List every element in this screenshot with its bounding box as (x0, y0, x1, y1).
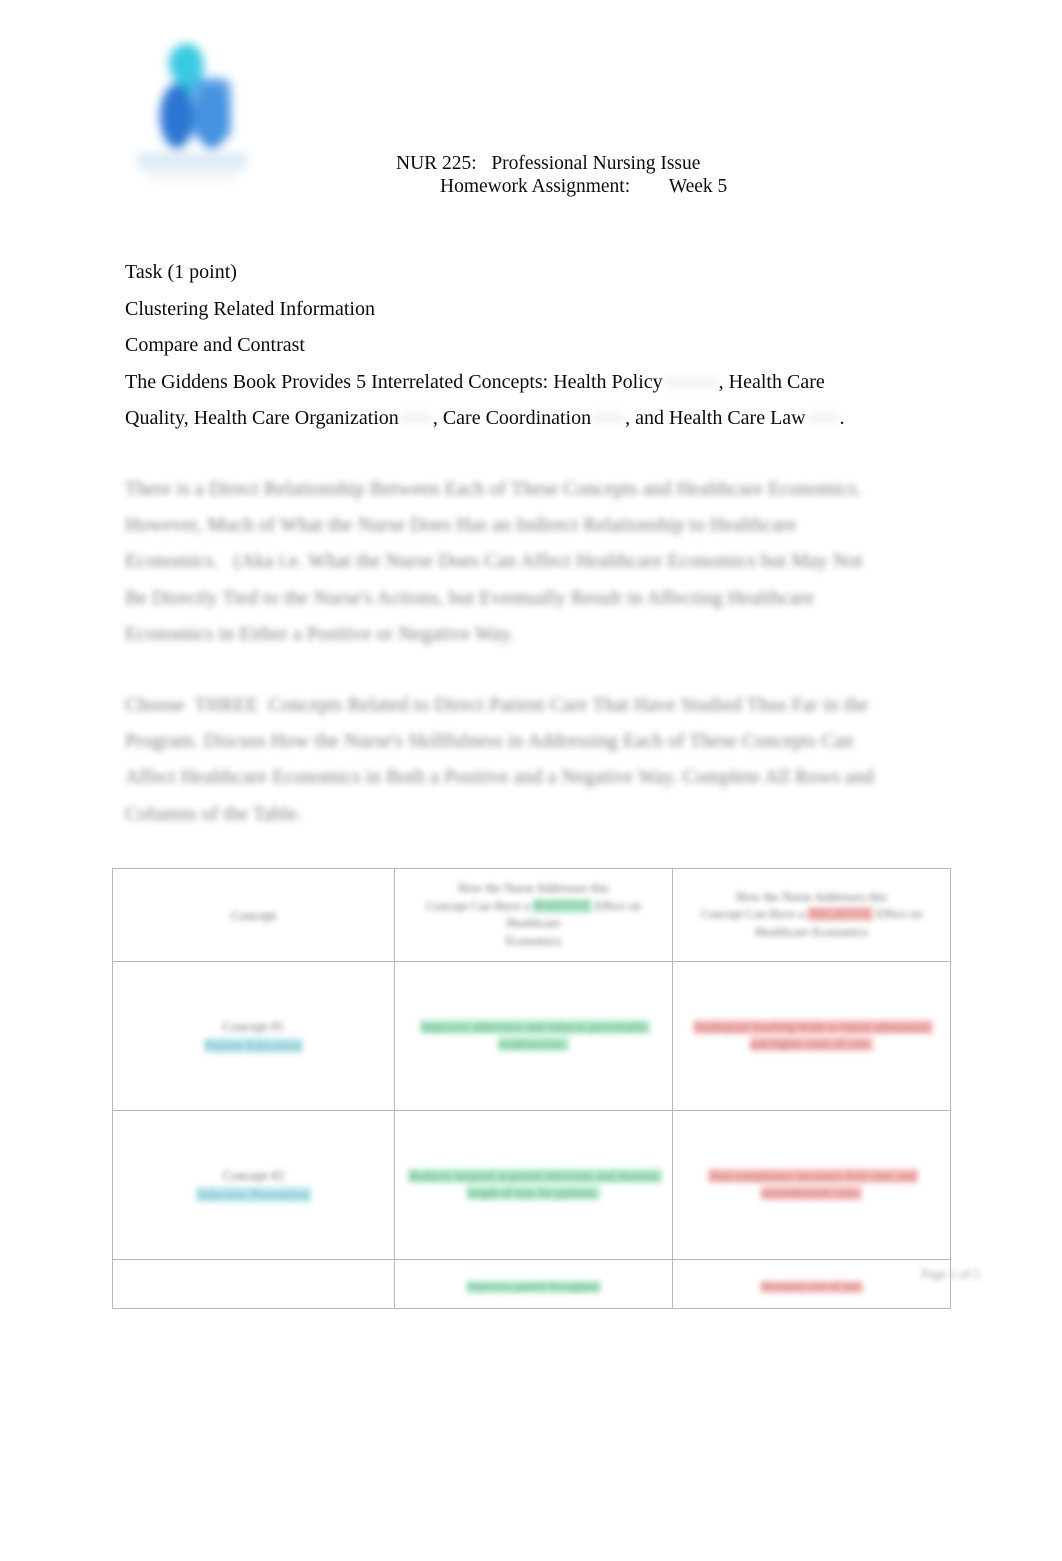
header-positive-line1: How the Nurse Addresses this (458, 881, 609, 895)
header-negative-line4: Healthcare Economics (755, 924, 868, 939)
concept-1-name-text: Patient Education (203, 1038, 304, 1053)
concept-1-name: Patient Education (125, 1036, 382, 1055)
header-negative-highlight: NEGATIVE (807, 907, 873, 922)
negative-2-highlight: Non-compliance increases HAI rates and u… (707, 1168, 919, 1200)
cell-negative-3: Increases cost of care (672, 1259, 951, 1309)
giddens-text-d: , Health Care Organization (183, 407, 399, 430)
header-positive-line2: Concept Can Have a POSITIVE Effect on He… (407, 898, 660, 933)
giddens-text-e: , Care Coordination (432, 407, 592, 430)
giddens-text-f: , and Health Care Law (625, 407, 806, 430)
document-page: NUR 225: Professional Nursing Issue Home… (0, 0, 1062, 1561)
positive-3-text: Improves patient throughput (407, 1279, 660, 1295)
clustering-heading: Clustering Related Information (125, 297, 375, 320)
table-row: Concept #1 Patient Education Improves ad… (112, 961, 951, 1111)
giddens-text-c: Quality (125, 407, 184, 430)
title-line-course: NUR 225: Professional Nursing Issue (396, 153, 701, 174)
header-negative-line3-text: Effect on (876, 907, 923, 922)
task-heading: Task (1 point) (125, 261, 237, 283)
positive-2-text: Reduces hospital acquired infections and… (407, 1168, 663, 1203)
header-positive-highlight: POSITIVE (532, 898, 592, 913)
cell-positive-1: Improves adherence and reduces preventab… (394, 961, 673, 1111)
header-concept-label: Concept (231, 907, 276, 923)
paragraph-choose-concepts: Choose THREE Concepts Related to Direct … (125, 695, 879, 825)
header-negative-line2: Concept Can Have a NEGATIVE Effect on (685, 906, 938, 924)
negative-1-highlight: Inadequate teaching leads to repeat admi… (693, 1019, 933, 1051)
negative-1-text: Inadequate teaching leads to repeat admi… (685, 1019, 938, 1054)
cell-concept-1: Concept #1 Patient Education (112, 961, 395, 1111)
cell-positive-2: Reduces hospital acquired infections and… (394, 1110, 673, 1260)
paragraph-relationship: There is a Direct Relationship Between E… (125, 479, 868, 645)
redacted-reference-1 (664, 372, 717, 390)
redacted-reference-4 (807, 409, 838, 427)
page-number: Page 1 of 2 (921, 1266, 980, 1281)
concept-comparison-table: Concept How the Nurse Addresses this Con… (112, 868, 951, 1309)
redacted-reference-3 (593, 409, 624, 427)
negative-3-text: Increases cost of care (685, 1279, 938, 1295)
positive-2-highlight: Reduces hospital acquired infections and… (407, 1168, 663, 1200)
negative-3-highlight: Increases cost of care (760, 1281, 863, 1293)
table-row: Concept #2 Infection Prevention Reduces … (112, 1110, 951, 1260)
negative-2-text: Non-compliance increases HAI rates and u… (685, 1168, 938, 1203)
compare-contrast-heading: Compare and Contrast (125, 334, 305, 357)
title-line-assignment: Homework Assignment: Week 5 (440, 176, 728, 197)
assignment-instructions: Task (1 point) Clustering Related Inform… (125, 254, 915, 437)
document-title: NUR 225: Professional Nursing Issue Home… (330, 152, 950, 198)
cell-negative-1: Inadequate teaching leads to repeat admi… (672, 961, 951, 1111)
concept-2-name-text: Infection Prevention (196, 1187, 311, 1202)
concept-2-name: Infection Prevention (125, 1185, 382, 1204)
table-row: Improves patient throughput Increases co… (112, 1259, 951, 1309)
header-negative-line1: How the Nurse Addresses this (736, 889, 887, 904)
giddens-text-g: . (839, 407, 845, 430)
header-cell-negative: How the Nurse Addresses this Concept Can… (672, 868, 951, 962)
cell-positive-3: Improves patient throughput (394, 1259, 673, 1309)
header-cell-concept: Concept (112, 868, 395, 962)
positive-1-highlight: Improves adherence and reduces preventab… (420, 1019, 651, 1051)
cell-concept-3 (112, 1259, 395, 1309)
document-header: NUR 225: Professional Nursing Issue Home… (0, 0, 1062, 230)
cell-concept-2: Concept #2 Infection Prevention (112, 1110, 395, 1260)
header-negative-line2-text: Concept Can Have a (700, 907, 805, 922)
header-positive-line4: Economics (505, 933, 562, 948)
university-logo (119, 31, 259, 179)
concept-2-label: Concept #2 (222, 1168, 285, 1183)
header-positive-line2-text: Concept Can Have a (426, 898, 530, 913)
giddens-concepts-text: The Giddens Book Provides 5 Interrelated… (125, 364, 915, 437)
table-header-row: Concept How the Nurse Addresses this Con… (112, 868, 951, 962)
giddens-text-a: The Giddens Book Provides 5 Interrelated… (125, 370, 663, 393)
positive-1-text: Improves adherence and reduces preventab… (407, 1019, 660, 1054)
concept-1-label: Concept #1 (222, 1019, 285, 1034)
redacted-reference-2 (400, 409, 431, 427)
positive-3-highlight: Improves patient throughput (466, 1281, 601, 1293)
header-cell-positive: How the Nurse Addresses this Concept Can… (394, 868, 673, 962)
giddens-text-b: , Health Care (718, 370, 825, 393)
cell-negative-2: Non-compliance increases HAI rates and u… (672, 1110, 951, 1260)
